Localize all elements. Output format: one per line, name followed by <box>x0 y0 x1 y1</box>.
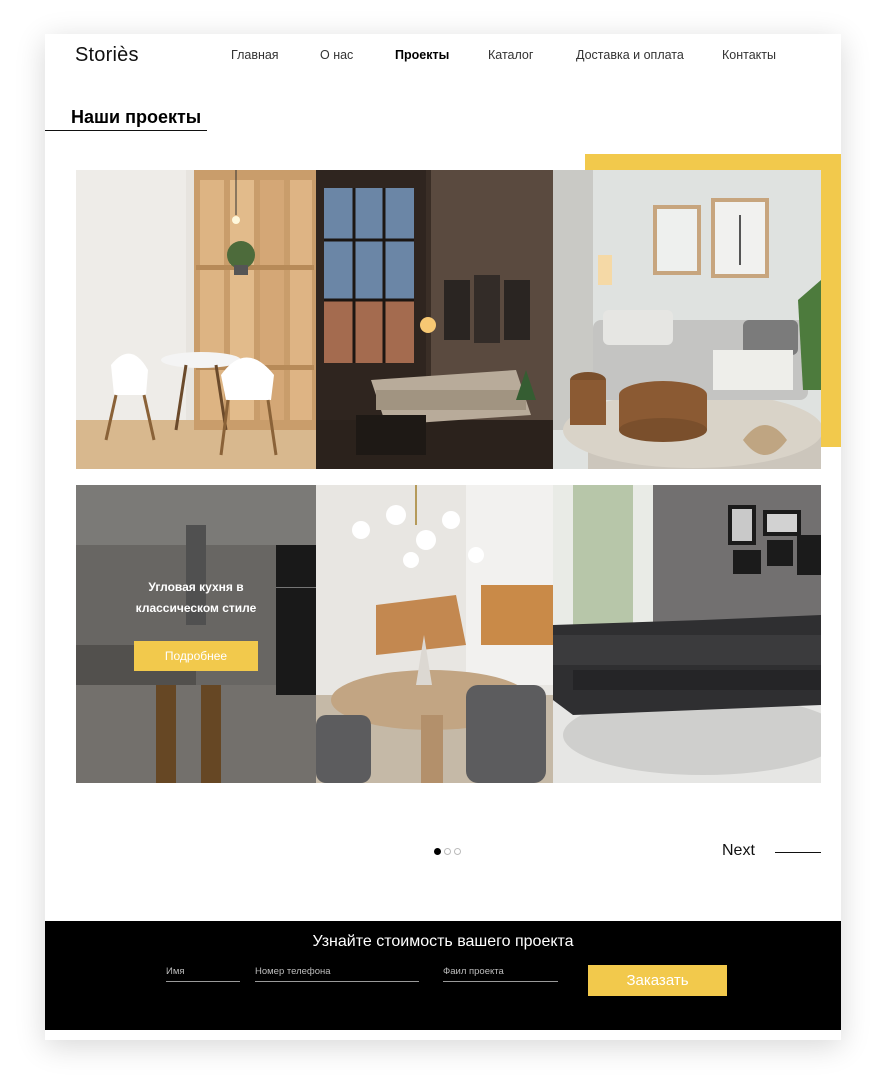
nav-item-delivery[interactable]: Доставка и оплата <box>576 48 684 62</box>
title-underline <box>45 130 207 131</box>
sofa-living-room-photo-icon <box>553 170 821 469</box>
project-file-input[interactable] <box>443 966 558 982</box>
project-overlay <box>76 485 316 783</box>
loft-living-room-photo-icon <box>316 170 553 469</box>
round-table-dining-photo-icon <box>316 485 553 783</box>
project-caption-line2: классическом стиле <box>135 601 257 615</box>
project-caption: Угловая кухня в классическом стиле <box>106 577 286 619</box>
project-photo-round-table[interactable] <box>316 485 553 783</box>
phone-input[interactable] <box>255 966 419 982</box>
next-link[interactable]: Next <box>722 842 755 860</box>
project-card-kitchen[interactable]: Угловая кухня в классическом стиле Подро… <box>76 485 316 783</box>
project-photo-corner-sofa[interactable] <box>553 485 821 783</box>
nav-item-catalog[interactable]: Каталог <box>488 48 533 62</box>
dining-room-photo-icon <box>76 170 316 469</box>
next-line <box>775 852 821 853</box>
name-input[interactable] <box>166 966 240 982</box>
main-nav: Главная О нас Проекты Каталог Доставка и… <box>45 48 841 68</box>
order-button[interactable]: Заказать <box>588 965 727 996</box>
project-caption-line1: Угловая кухня в <box>148 580 244 594</box>
project-photo-sofa[interactable] <box>553 170 821 469</box>
nav-item-about[interactable]: О нас <box>320 48 353 62</box>
details-button[interactable]: Подробнее <box>134 641 258 671</box>
pager-dot-3[interactable] <box>454 848 461 855</box>
page: Storiès Главная О нас Проекты Каталог До… <box>45 34 841 1040</box>
nav-item-home[interactable]: Главная <box>231 48 279 62</box>
order-form-title: Узнайте стоимость вашего проекта <box>312 933 574 950</box>
section-title: Наши проекты <box>71 107 202 127</box>
black-corner-sofa-photo-icon <box>553 485 821 783</box>
pager-dot-1[interactable] <box>434 848 441 855</box>
pager-dot-2[interactable] <box>444 848 451 855</box>
nav-item-projects[interactable]: Проекты <box>395 48 449 62</box>
project-photo-dining[interactable] <box>76 170 316 469</box>
nav-item-contacts[interactable]: Контакты <box>722 48 776 62</box>
order-form: Узнайте стоимость вашего проекта Заказат… <box>45 921 841 1030</box>
project-photo-loft[interactable] <box>316 170 553 469</box>
